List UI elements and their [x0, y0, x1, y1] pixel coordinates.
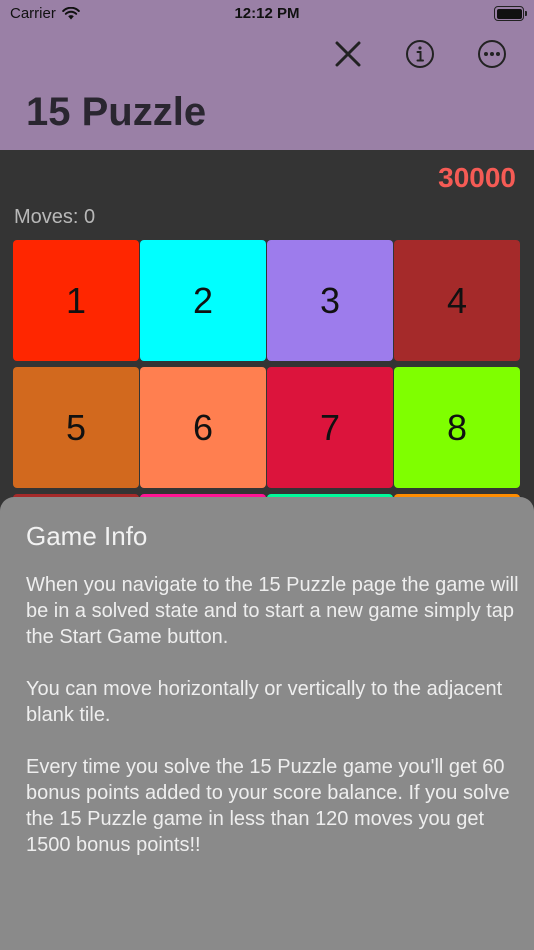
info-icon — [406, 40, 434, 68]
page-title: 15 Puzzle — [26, 90, 207, 134]
puzzle-tile[interactable]: 6 — [140, 367, 266, 488]
info-paragraph: Every time you solve the 15 Puzzle game … — [26, 756, 510, 856]
battery-level — [496, 8, 522, 19]
moves-counter: Moves: 0 — [14, 206, 96, 228]
battery-icon — [494, 6, 527, 21]
nav-actions — [332, 38, 508, 70]
status-time: 12:12 PM — [234, 5, 300, 22]
close-icon — [335, 41, 361, 67]
puzzle-tile[interactable]: 3 — [267, 240, 393, 361]
puzzle-tile[interactable]: 5 — [13, 367, 139, 488]
more-button[interactable] — [476, 38, 508, 70]
sheet-title: Game Info — [26, 521, 148, 551]
game-info-sheet: Game Info When you navigate to the 15 Pu… — [0, 497, 534, 950]
info-button[interactable] — [404, 38, 436, 70]
info-paragraph: You can move horizontally or vertically … — [26, 678, 503, 726]
puzzle-tile[interactable]: 1 — [13, 240, 139, 361]
puzzle-tile[interactable]: 8 — [394, 367, 520, 488]
close-button[interactable] — [332, 38, 364, 70]
puzzle-tile[interactable]: 2 — [140, 240, 266, 361]
puzzle-tile[interactable]: 7 — [267, 367, 393, 488]
score-display: 30000 — [438, 162, 516, 193]
sheet-body: When you navigate to the 15 Puzzle page … — [26, 572, 520, 884]
app-header: Carrier 12:12 PM 15 Puzzle — [0, 0, 534, 150]
puzzle-tile[interactable]: 4 — [394, 240, 520, 361]
battery-nub — [525, 11, 527, 16]
more-icon — [478, 40, 506, 68]
info-paragraph: When you navigate to the 15 Puzzle page … — [26, 574, 519, 648]
status-bar: Carrier 12:12 PM — [0, 0, 534, 30]
